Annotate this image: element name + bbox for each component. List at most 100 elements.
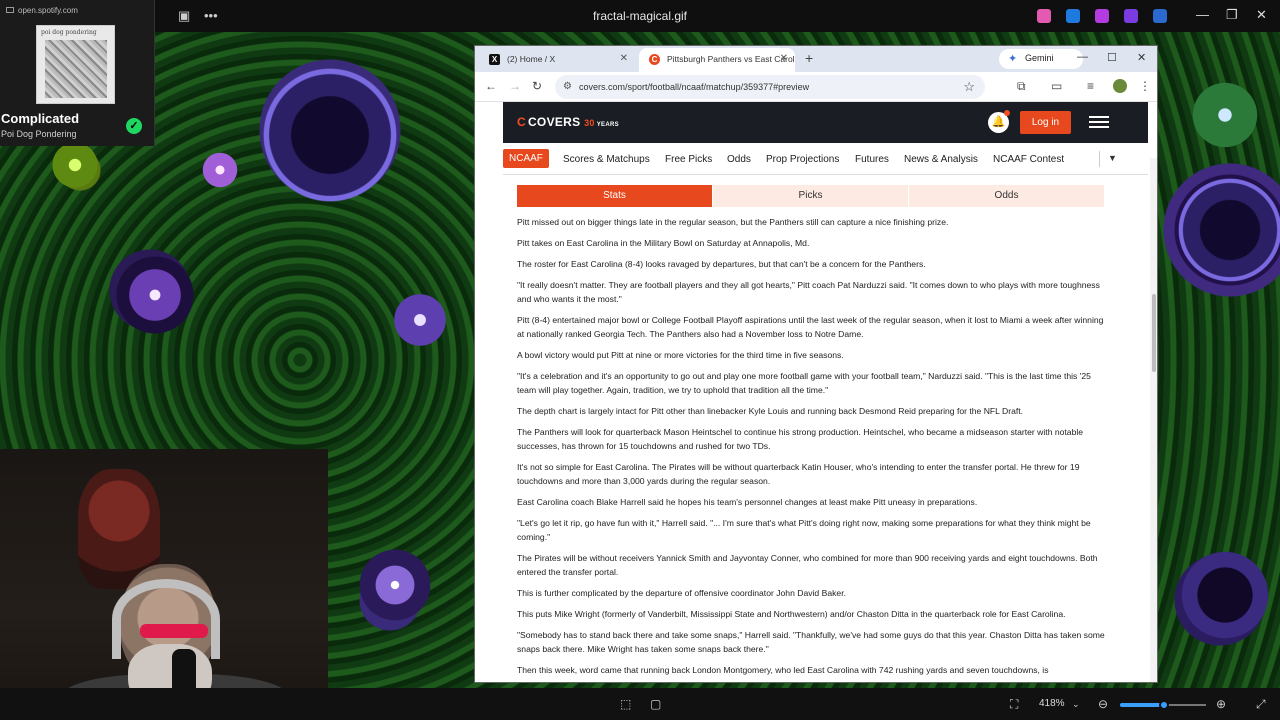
site-header: C COVERS 30 YEARS 🔔 Log in [503, 102, 1148, 143]
song-title: Complicated [1, 111, 80, 126]
tab-covers-matchup[interactable]: C Pittsburgh Panthers vs East Carolina ✕ [639, 48, 795, 72]
more-options-icon[interactable]: ••• [204, 8, 218, 23]
zoom-in-icon[interactable]: ⊕ [1216, 697, 1226, 711]
article-paragraph: The depth chart is largely intact for Pi… [517, 406, 1024, 416]
zoom-out-icon[interactable]: ⊖ [1098, 697, 1108, 711]
article-paragraph: The Pirates will be without receivers Ya… [517, 553, 1098, 577]
maximize-icon[interactable]: ❐ [1226, 7, 1238, 23]
gemini-spark-icon: ✦ [1008, 53, 1018, 65]
gemini-button[interactable]: ✦ Gemini [999, 49, 1083, 69]
frame-icon[interactable]: ▢ [650, 697, 661, 711]
browser-window[interactable]: X (2) Home / X ✕ C Pittsburgh Panthers v… [474, 45, 1158, 683]
subnav-free-picks[interactable]: Free Picks [665, 154, 712, 165]
viewer-bottom-bar: ⬚ ▢ ⛶ 418% ⌄ ⊖ ⊕ ⤢ [0, 688, 1280, 720]
browser-minimize-icon[interactable]: — [1077, 51, 1088, 63]
bookmark-star-icon[interactable]: ☆ [963, 79, 975, 95]
article-paragraph: "Somebody has to stand back there and ta… [517, 630, 1105, 654]
browser-toolbar: ← → ↻ ⚙ covers.com/sport/football/ncaaf/… [475, 72, 1157, 102]
web-page: C COVERS 30 YEARS 🔔 Log in NCAAF Scores & … [475, 102, 1157, 682]
subnav-prop-projections[interactable]: Prop Projections [766, 154, 839, 165]
subnav-news-analysis[interactable]: News & Analysis [904, 154, 978, 165]
gemini-label: Gemini [1025, 53, 1054, 63]
split-view-icon[interactable]: ▭ [1051, 79, 1062, 93]
content-tabs: Stats Picks Odds [517, 185, 1104, 207]
chevron-down-icon[interactable]: ▼ [1108, 153, 1117, 163]
article-paragraph: East Carolina coach Blake Harrell said h… [517, 497, 978, 507]
minimize-icon[interactable]: — [1196, 7, 1209, 22]
effects-icon[interactable] [1095, 9, 1109, 23]
logo-years-number: 30 [584, 118, 595, 128]
browser-close-icon[interactable]: ✕ [1137, 51, 1146, 64]
site-settings-icon [6, 7, 14, 13]
zoom-dropdown-icon[interactable]: ⌄ [1072, 699, 1080, 710]
fullscreen-icon[interactable]: ⤢ [1256, 697, 1266, 712]
article-paragraph: "It really doesn't matter. They are foot… [517, 280, 1100, 304]
slideshow-icon[interactable]: ▣ [178, 8, 190, 24]
page-scrollbar[interactable] [1150, 158, 1157, 682]
close-tab-icon[interactable]: ✕ [780, 53, 788, 64]
fit-screen-icon[interactable]: ⛶ [1010, 697, 1018, 712]
zoom-slider-knob[interactable] [1158, 700, 1169, 710]
subnav-scores-matchups[interactable]: Scores & Matchups [563, 154, 650, 165]
origin-label: open.spotify.com [6, 6, 78, 15]
tab-x-home[interactable]: X (2) Home / X ✕ [479, 48, 635, 72]
close-icon[interactable]: ✕ [1256, 7, 1267, 23]
tab-strip: X (2) Home / X ✕ C Pittsburgh Panthers v… [475, 46, 1157, 72]
album-art: poi dog pondering [36, 25, 115, 104]
article-paragraph: A bowl victory would put Pitt at nine or… [517, 350, 844, 360]
webcam-overlay [0, 449, 328, 720]
site-info-icon[interactable]: ⚙ [563, 81, 572, 92]
spotify-mini-player[interactable]: open.spotify.com poi dog pondering Compl… [0, 0, 155, 146]
profile-avatar[interactable] [1113, 79, 1127, 93]
browser-maximize-icon[interactable]: ☐ [1107, 51, 1117, 64]
album-art-text: poi dog pondering [41, 29, 97, 36]
file-title: fractal-magical.gif [592, 9, 688, 23]
article-paragraph: The roster for East Carolina (8-4) looks… [517, 259, 926, 269]
url-text: covers.com/sport/football/ncaaf/matchup/… [579, 82, 810, 92]
tab-odds[interactable]: Odds [909, 185, 1104, 207]
article-paragraph: "It's a celebration and it's an opportun… [517, 371, 1091, 395]
article-paragraph: Pitt (8-4) entertained major bowl or Col… [517, 315, 1104, 339]
tab-picks[interactable]: Picks [713, 185, 908, 207]
hamburger-menu-icon[interactable] [1089, 116, 1109, 128]
sport-subnav: NCAAF Scores & Matchups Free Picks Odds … [503, 143, 1148, 175]
new-tab-icon[interactable]: + [805, 50, 813, 66]
covers-logo-icon: C [649, 54, 660, 65]
article-paragraph: This is further complicated by the depar… [517, 588, 846, 598]
tab-stats[interactable]: Stats [517, 185, 712, 207]
designer-icon[interactable] [1124, 9, 1138, 23]
tab-label: Pittsburgh Panthers vs East Carolina [667, 54, 795, 64]
covers-c-icon: C [517, 115, 526, 129]
notification-dot [1004, 110, 1010, 116]
article-paragraph: This puts Mike Wright (formerly of Vande… [517, 609, 1066, 619]
edit-icon[interactable] [1066, 9, 1080, 23]
crop-icon[interactable]: ⬚ [620, 697, 631, 711]
subnav-futures[interactable]: Futures [855, 154, 889, 165]
media-controls-icon[interactable]: ≡ [1087, 79, 1094, 93]
scrollbar-thumb[interactable] [1152, 294, 1156, 372]
browser-menu-icon[interactable]: ⋮ [1139, 79, 1151, 93]
article-paragraph: Pitt takes on East Carolina in the Milit… [517, 238, 810, 248]
artist-name: Poi Dog Pondering [1, 129, 77, 139]
covers-logo[interactable]: C COVERS 30 YEARS [517, 115, 619, 129]
article-paragraph: Pitt missed out on bigger things late in… [517, 217, 949, 227]
forward-icon[interactable]: → [509, 79, 521, 93]
copilot-icon[interactable] [1037, 9, 1051, 23]
pink-glasses [140, 624, 208, 638]
zoom-level[interactable]: 418% [1039, 698, 1065, 709]
reload-icon[interactable]: ↻ [532, 79, 542, 93]
subnav-ncaaf[interactable]: NCAAF [503, 149, 549, 168]
logo-years-word: YEARS [596, 122, 619, 128]
subnav-odds[interactable]: Odds [727, 154, 751, 165]
extensions-icon[interactable]: ⧉ [1017, 79, 1026, 94]
tab-label: (2) Home / X [507, 54, 556, 64]
cloud-icon[interactable] [1153, 9, 1167, 23]
logo-text: COVERS [527, 115, 581, 129]
address-bar[interactable]: ⚙ covers.com/sport/football/ncaaf/matchu… [555, 75, 985, 99]
saved-check-icon[interactable]: ✓ [126, 118, 142, 134]
login-button[interactable]: Log in [1020, 111, 1071, 134]
close-tab-icon[interactable]: ✕ [620, 53, 628, 64]
back-icon[interactable]: ← [485, 79, 497, 93]
subnav-ncaaf-contest[interactable]: NCAAF Contest [993, 154, 1064, 165]
album-art-photo [45, 40, 107, 98]
